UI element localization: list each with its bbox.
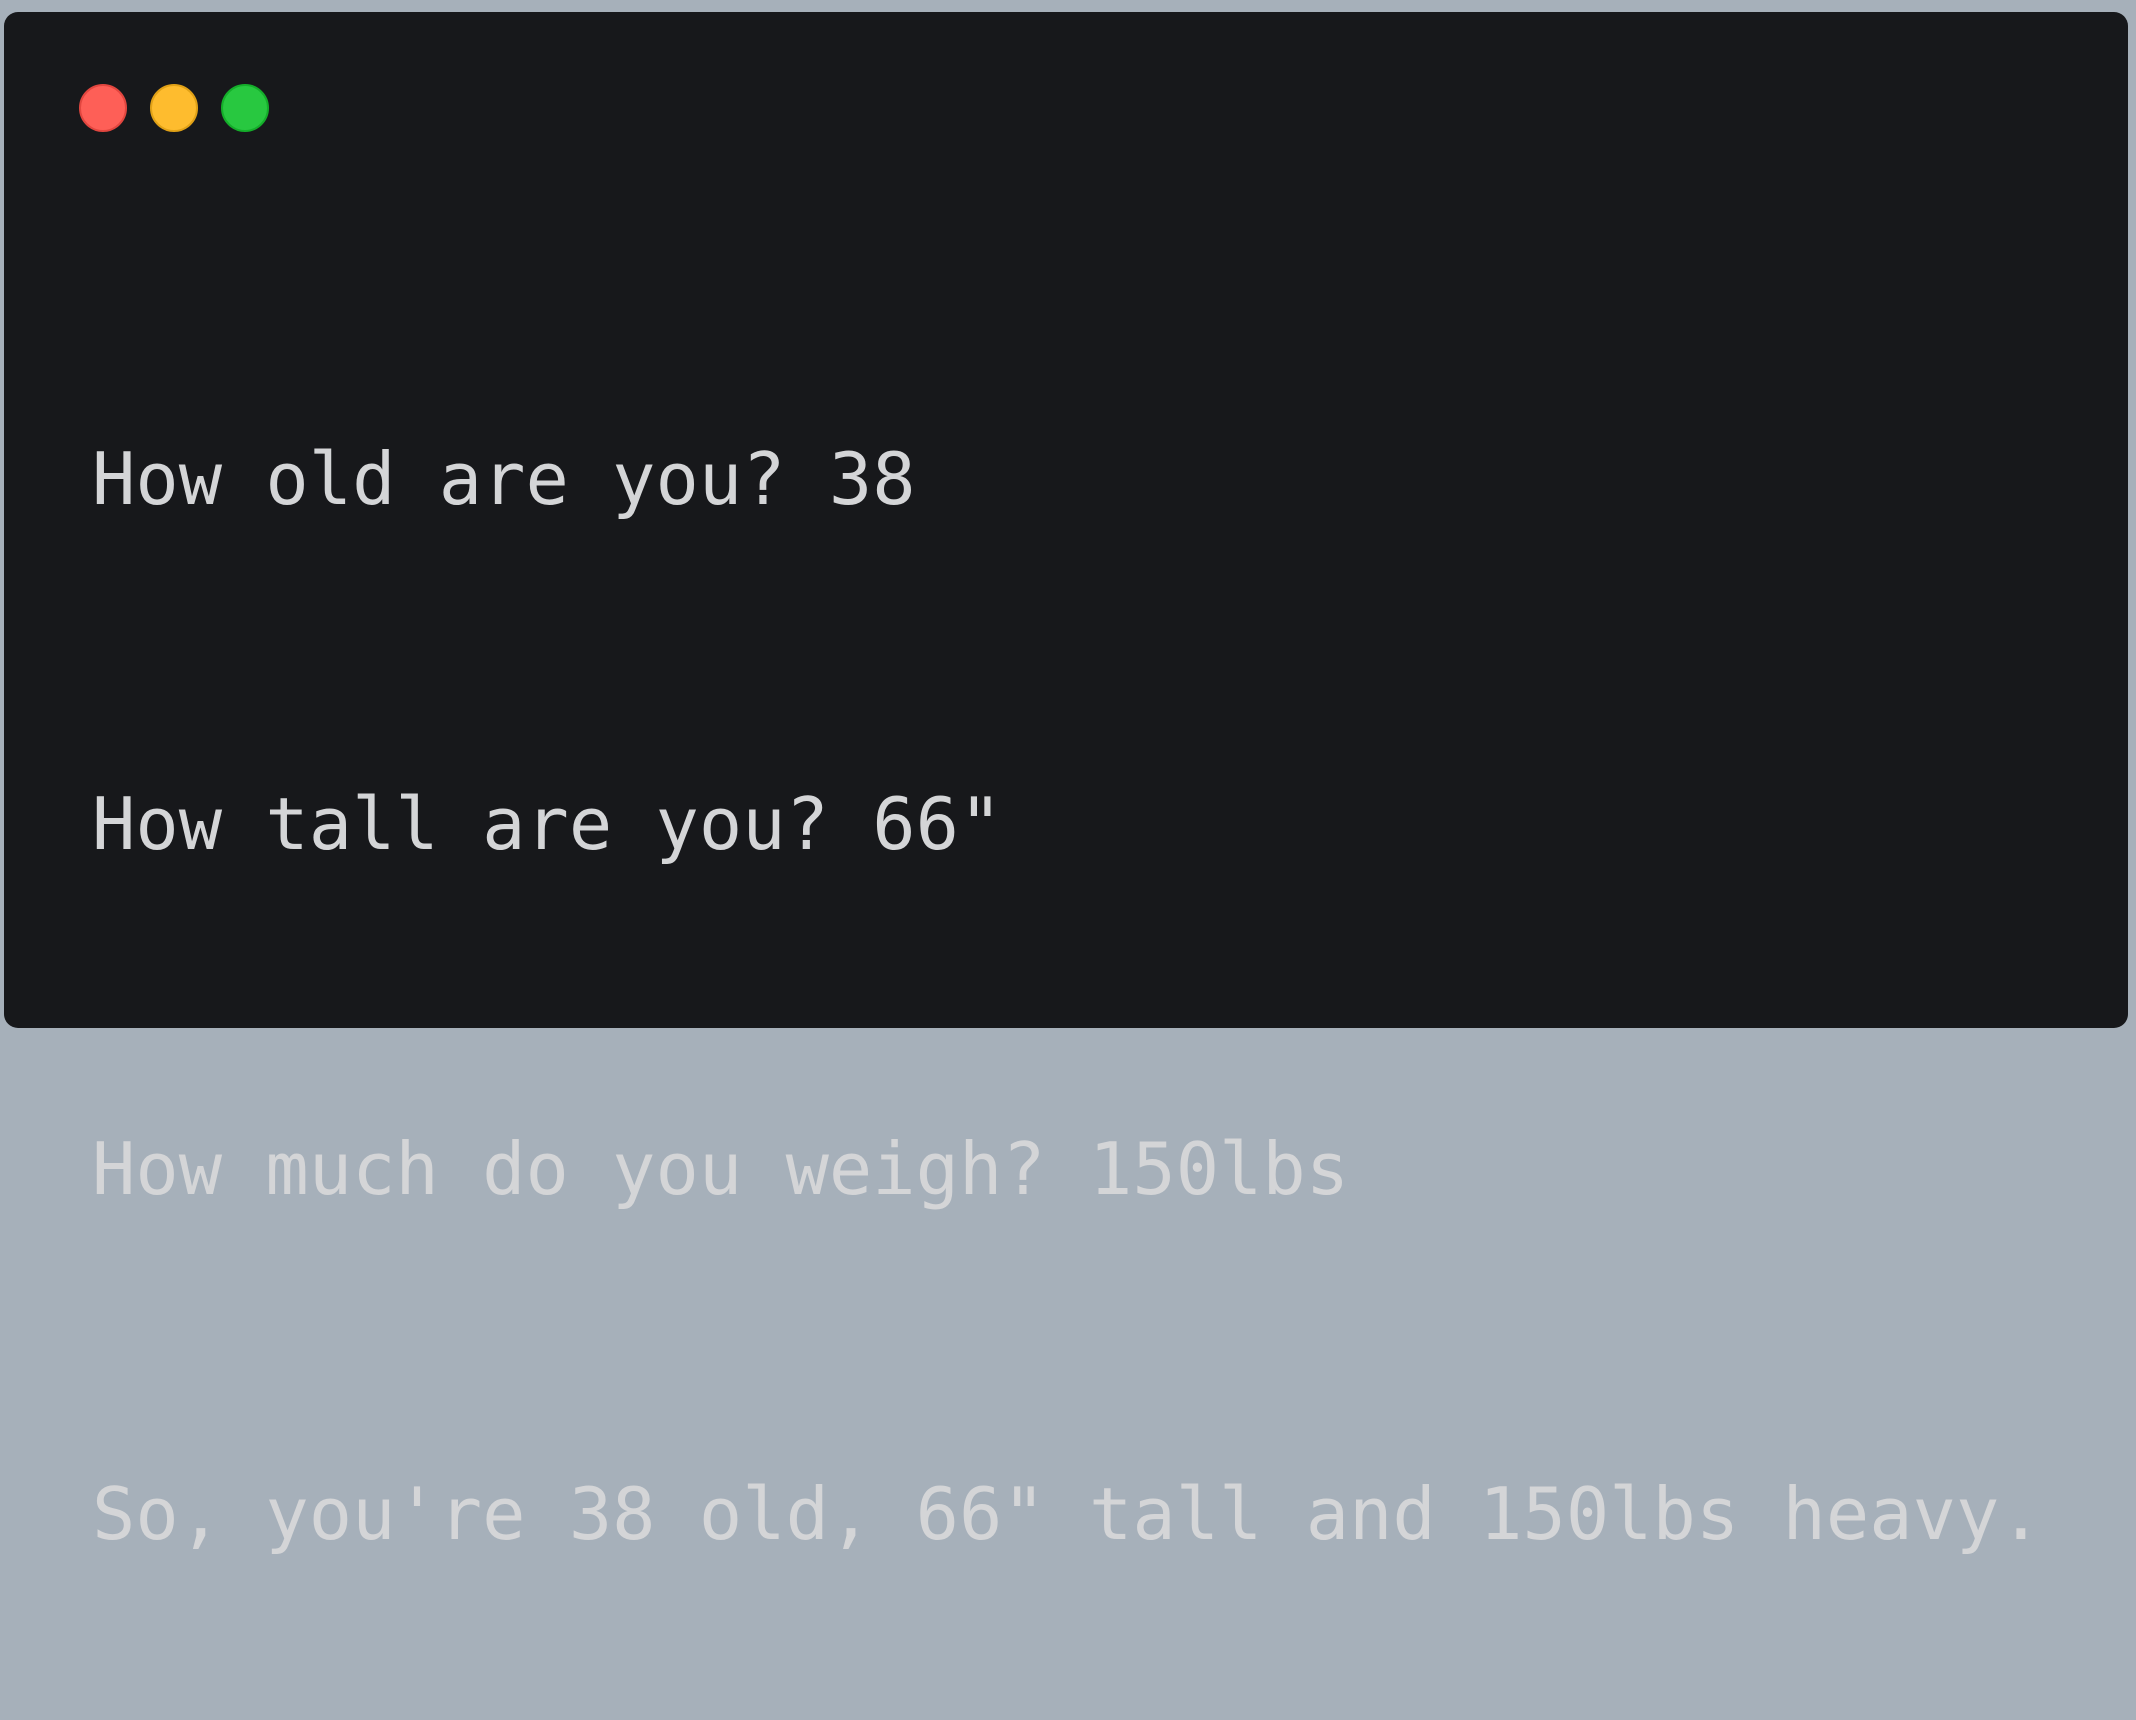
terminal-window: How old are you? 38 How tall are you? 66… <box>4 12 2128 1555</box>
window-controls <box>79 80 269 136</box>
output-line-height: How tall are you? 66" <box>92 782 1003 866</box>
output-line-age: How old are you? 38 <box>92 437 916 521</box>
output-line-summary: So, you're 38 old, 66" tall and 150lbs h… <box>92 1472 2043 1556</box>
terminal-output: How old are you? 38 How tall are you? 66… <box>92 274 2088 1719</box>
minimize-button[interactable] <box>150 84 198 132</box>
zoom-button[interactable] <box>221 84 269 132</box>
close-button[interactable] <box>79 84 127 132</box>
output-line-weight: How much do you weigh? 150lbs <box>92 1127 1350 1211</box>
